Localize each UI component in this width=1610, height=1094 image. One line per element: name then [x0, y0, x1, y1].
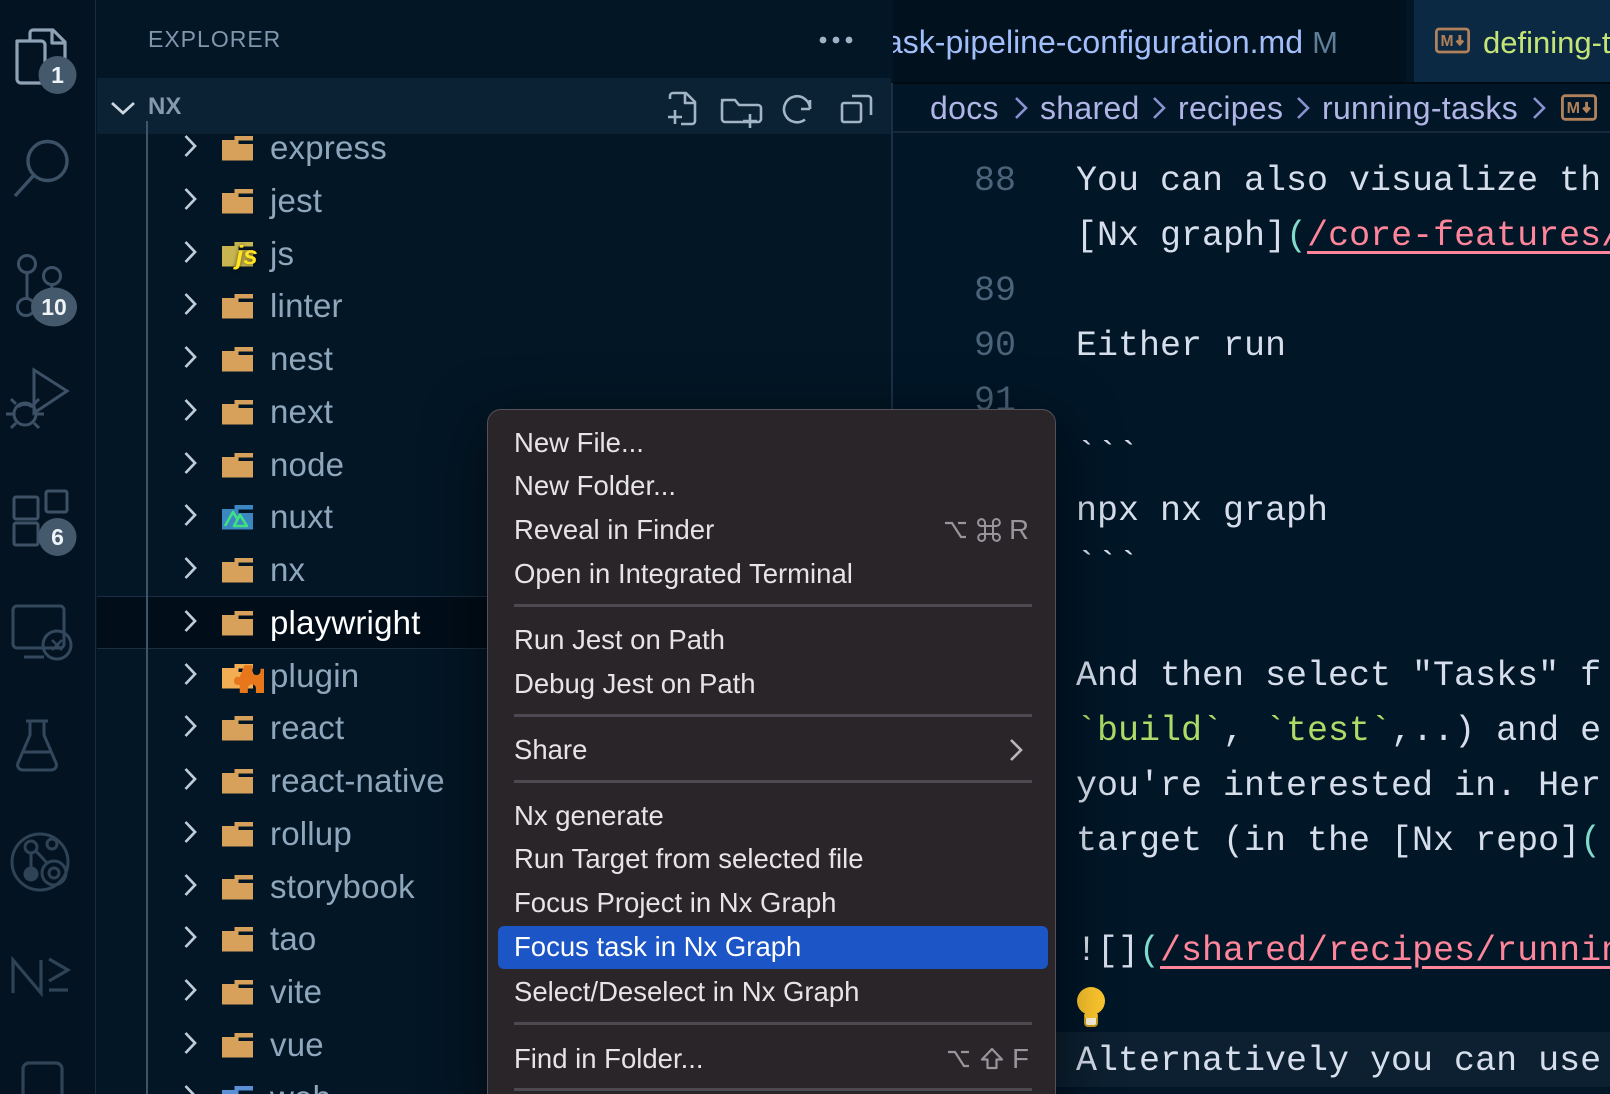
svg-text:6: 6: [51, 524, 64, 550]
svg-text:M: M: [1441, 33, 1454, 50]
svg-text:1: 1: [51, 62, 64, 88]
svg-text:10: 10: [41, 294, 67, 320]
svg-text:M: M: [1567, 99, 1580, 117]
